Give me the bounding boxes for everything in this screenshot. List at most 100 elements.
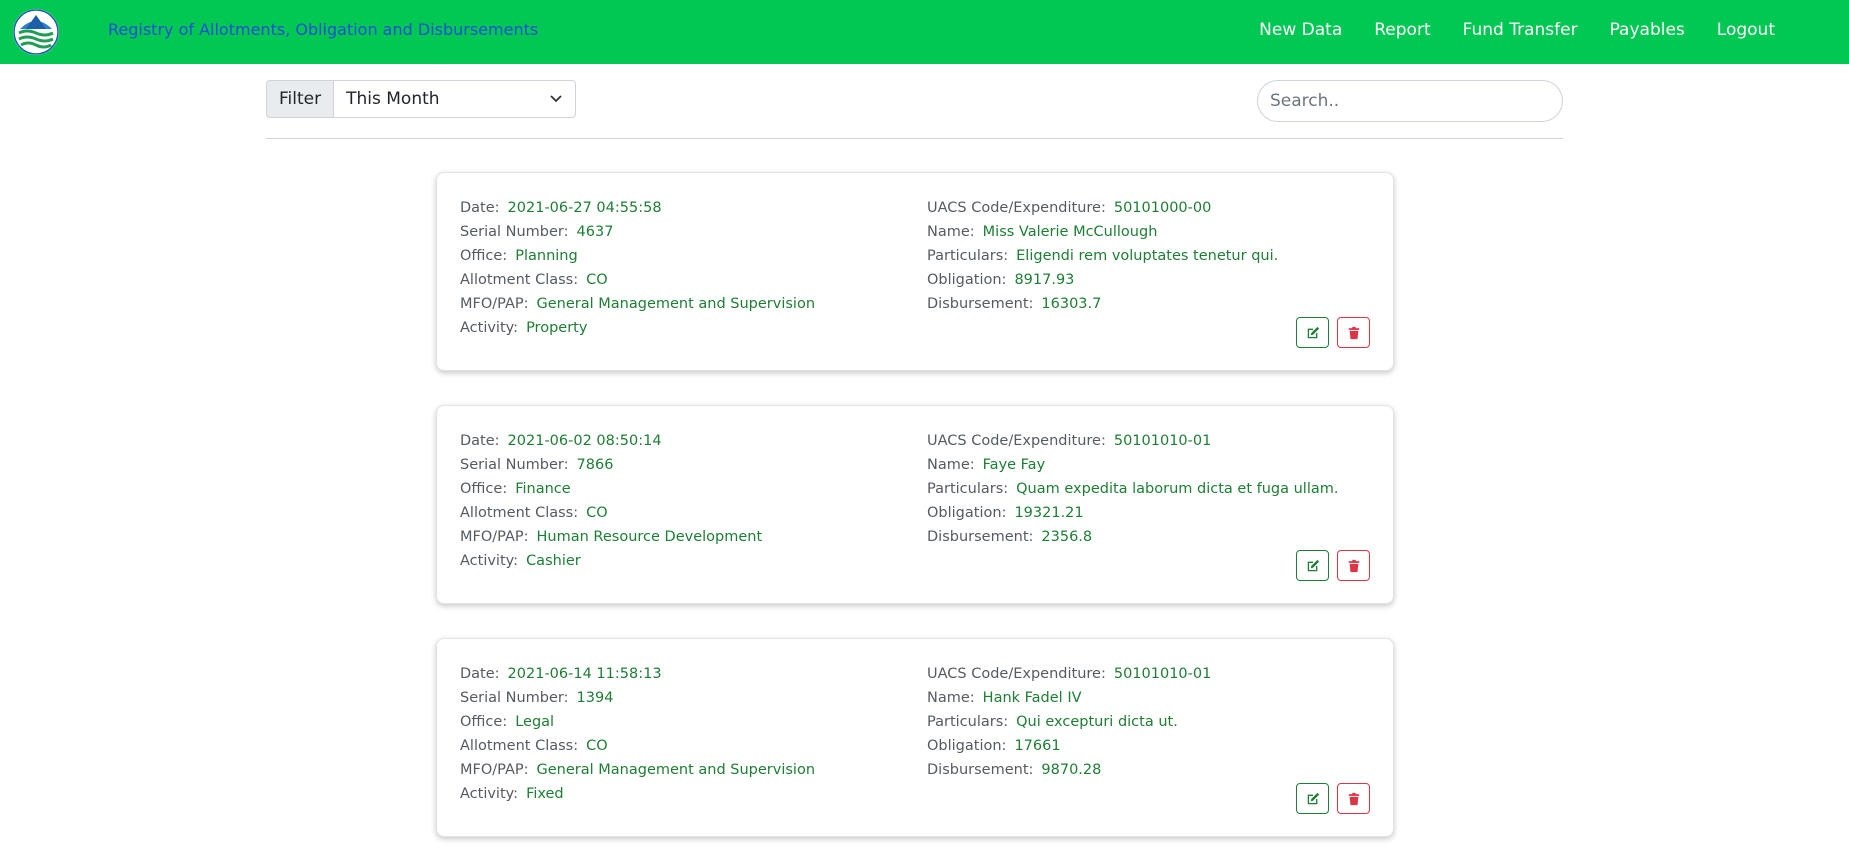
disbursement-label: Disbursement: [927,296,1034,312]
record-card: Date: 2021-06-14 11:58:13 Serial Number: 1… [436,638,1394,837]
edit-button[interactable] [1296,783,1329,814]
serial-label: Serial Number: [460,690,569,706]
allotment-label: Allotment Class: [460,505,579,521]
nav-logout[interactable]: Logout [1701,18,1791,42]
date-value: 2021-06-27 04:55:58 [507,200,662,216]
serial-row: Serial Number: 1394 [460,686,815,710]
mfo-row: MFO/PAP: General Management and Supervisi… [460,758,815,782]
delete-button[interactable] [1337,317,1370,348]
mfo-label: MFO/PAP: [460,296,529,312]
name-row: Name: Faye Fay [927,453,1338,477]
name-row: Name: Miss Valerie McCullough [927,220,1278,244]
date-row: Date: 2021-06-14 11:58:13 [460,662,815,686]
office-value: Finance [515,481,571,497]
office-value: Planning [515,248,578,264]
activity-row: Activity: Property [460,316,815,340]
office-row: Office: Planning [460,244,815,268]
nav-new-data[interactable]: New Data [1243,18,1358,42]
serial-row: Serial Number: 7866 [460,453,762,477]
disbursement-label: Disbursement: [927,529,1034,545]
disbursement-value: 2356.8 [1041,529,1093,545]
activity-value: Fixed [526,786,564,802]
office-label: Office: [460,248,508,264]
trash-icon [1348,559,1359,572]
mfo-value: General Management and Supervision [536,762,816,778]
activity-label: Activity: [460,553,519,569]
serial-label: Serial Number: [460,457,569,473]
activity-label: Activity: [460,320,519,336]
obligation-value: 19321.21 [1014,505,1084,521]
allotment-label: Allotment Class: [460,272,579,288]
delete-button[interactable] [1337,783,1370,814]
card-actions [1296,783,1370,814]
name-value: Hank Fadel IV [982,690,1082,706]
particulars-label: Particulars: [927,714,1009,730]
uacs-value: 50101010-01 [1113,433,1212,449]
nav-report[interactable]: Report [1358,18,1446,42]
edit-icon [1307,326,1319,338]
disbursement-row: Disbursement: 2356.8 [927,525,1338,549]
serial-value: 1394 [576,690,614,706]
allotment-value: CO [586,738,608,754]
name-row: Name: Hank Fadel IV [927,686,1211,710]
particulars-label: Particulars: [927,481,1009,497]
office-value: Legal [515,714,555,730]
nav-fund-transfer[interactable]: Fund Transfer [1447,18,1594,42]
obligation-value: 17661 [1014,738,1061,754]
delete-button[interactable] [1337,550,1370,581]
chevron-down-icon [549,81,563,131]
mfo-row: MFO/PAP: General Management and Supervisi… [460,292,815,316]
name-label: Name: [927,224,975,240]
date-row: Date: 2021-06-02 08:50:14 [460,429,762,453]
particulars-value: Quam expedita laborum dicta et fuga ulla… [1016,481,1339,497]
name-value: Miss Valerie McCullough [982,224,1158,240]
divider [266,138,1563,139]
nav-payables[interactable]: Payables [1594,18,1701,42]
serial-label: Serial Number: [460,224,569,240]
allotment-row: Allotment Class: CO [460,501,762,525]
date-value: 2021-06-02 08:50:14 [507,433,662,449]
mfo-value: Human Resource Development [536,529,763,545]
card-actions [1296,317,1370,348]
edit-icon [1307,792,1319,804]
disbursement-value: 9870.28 [1041,762,1102,778]
date-row: Date: 2021-06-27 04:55:58 [460,196,815,220]
allotment-label: Allotment Class: [460,738,579,754]
office-row: Office: Legal [460,710,815,734]
uacs-row: UACS Code/Expenditure: 50101000-00 [927,196,1278,220]
logo-icon[interactable] [13,9,59,55]
mfo-label: MFO/PAP: [460,529,529,545]
serial-row: Serial Number: 4637 [460,220,815,244]
serial-value: 7866 [576,457,614,473]
uacs-label: UACS Code/Expenditure: [927,666,1106,682]
disbursement-row: Disbursement: 9870.28 [927,758,1211,782]
activity-row: Activity: Cashier [460,549,762,573]
uacs-row: UACS Code/Expenditure: 50101010-01 [927,429,1338,453]
trash-icon [1348,326,1359,339]
particulars-value: Eligendi rem voluptates tenetur qui. [1016,248,1279,264]
uacs-label: UACS Code/Expenditure: [927,433,1106,449]
brand-title[interactable]: Registry of Allotments, Obligation and D… [108,20,538,39]
office-row: Office: Finance [460,477,762,501]
search-input[interactable] [1257,80,1563,122]
edit-button[interactable] [1296,550,1329,581]
date-label: Date: [460,666,500,682]
disbursement-value: 16303.7 [1041,296,1102,312]
top-navbar: Registry of Allotments, Obligation and D… [0,0,1849,64]
filter-selected-value: This Month [346,89,440,109]
filter-group: Filter This Month [266,80,577,118]
obligation-label: Obligation: [927,738,1007,754]
mfo-row: MFO/PAP: Human Resource Development [460,525,762,549]
disbursement-label: Disbursement: [927,762,1034,778]
edit-button[interactable] [1296,317,1329,348]
uacs-value: 50101010-01 [1113,666,1212,682]
activity-value: Property [526,320,588,336]
particulars-row: Particulars: Eligendi rem voluptates tene… [927,244,1278,268]
record-card: Date: 2021-06-02 08:50:14 Serial Number: 7… [436,405,1394,604]
name-label: Name: [927,457,975,473]
filter-select[interactable]: This Month [334,80,577,118]
name-label: Name: [927,690,975,706]
office-label: Office: [460,481,508,497]
date-value: 2021-06-14 11:58:13 [507,666,662,682]
obligation-value: 8917.93 [1014,272,1075,288]
